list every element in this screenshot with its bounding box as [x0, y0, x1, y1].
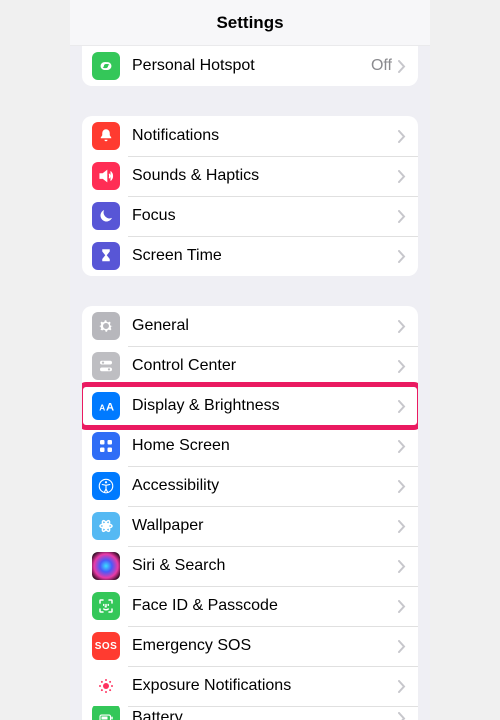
- row-home-screen[interactable]: Home Screen: [82, 426, 418, 466]
- chevron-right-icon: [398, 640, 406, 653]
- row-label: Accessibility: [132, 477, 398, 495]
- moon-icon: [92, 202, 120, 230]
- text-size-icon: AA: [92, 392, 120, 420]
- row-wallpaper[interactable]: Wallpaper: [82, 506, 418, 546]
- chevron-right-icon: [398, 360, 406, 373]
- chevron-right-icon: [398, 60, 406, 73]
- row-label: Battery: [132, 709, 398, 720]
- row-focus[interactable]: Focus: [82, 196, 418, 236]
- chevron-right-icon: [398, 440, 406, 453]
- settings-content: Personal Hotspot Off Notifications Sound…: [70, 46, 430, 720]
- svg-text:A: A: [106, 402, 114, 414]
- row-label: Screen Time: [132, 247, 398, 265]
- row-label: Emergency SOS: [132, 637, 398, 655]
- row-label: General: [132, 317, 398, 335]
- row-display-brightness[interactable]: AA Display & Brightness: [82, 386, 418, 426]
- chevron-right-icon: [398, 480, 406, 493]
- row-siri-search[interactable]: Siri & Search: [82, 546, 418, 586]
- row-label: Home Screen: [132, 437, 398, 455]
- settings-screen: Settings Personal Hotspot Off Notificati…: [70, 0, 430, 720]
- row-sounds-haptics[interactable]: Sounds & Haptics: [82, 156, 418, 196]
- chevron-right-icon: [398, 210, 406, 223]
- row-exposure-notifications[interactable]: Exposure Notifications: [82, 666, 418, 706]
- row-label: Personal Hotspot: [132, 57, 371, 75]
- chevron-right-icon: [398, 130, 406, 143]
- row-label: Display & Brightness: [132, 397, 398, 415]
- chevron-right-icon: [398, 520, 406, 533]
- bell-icon: [92, 122, 120, 150]
- row-label: Wallpaper: [132, 517, 398, 535]
- row-control-center[interactable]: Control Center: [82, 346, 418, 386]
- sos-icon: SOS: [92, 632, 120, 660]
- svg-text:A: A: [99, 404, 105, 413]
- exposure-icon: [92, 672, 120, 700]
- row-notifications[interactable]: Notifications: [82, 116, 418, 156]
- group-notifications: Notifications Sounds & Haptics Focus: [82, 116, 418, 276]
- chevron-right-icon: [398, 560, 406, 573]
- row-screen-time[interactable]: Screen Time: [82, 236, 418, 276]
- battery-icon: [92, 706, 120, 720]
- switches-icon: [92, 352, 120, 380]
- group-general: General Control Center AA Display & Brig…: [82, 306, 418, 720]
- row-label: Siri & Search: [132, 557, 398, 575]
- chevron-right-icon: [398, 680, 406, 693]
- chevron-right-icon: [398, 400, 406, 413]
- grid-icon: [92, 432, 120, 460]
- accessibility-icon: [92, 472, 120, 500]
- header-bar: Settings: [70, 0, 430, 46]
- link-icon: [92, 52, 120, 80]
- page-title: Settings: [216, 13, 283, 33]
- row-label: Focus: [132, 207, 398, 225]
- row-label: Notifications: [132, 127, 398, 145]
- speaker-icon: [92, 162, 120, 190]
- flower-icon: [92, 512, 120, 540]
- row-label: Exposure Notifications: [132, 677, 398, 695]
- chevron-right-icon: [398, 250, 406, 263]
- row-accessibility[interactable]: Accessibility: [82, 466, 418, 506]
- gear-icon: [92, 312, 120, 340]
- faceid-icon: [92, 592, 120, 620]
- row-emergency-sos[interactable]: SOS Emergency SOS: [82, 626, 418, 666]
- row-label: Face ID & Passcode: [132, 597, 398, 615]
- row-label: Control Center: [132, 357, 398, 375]
- hourglass-icon: [92, 242, 120, 270]
- siri-icon: [92, 552, 120, 580]
- chevron-right-icon: [398, 320, 406, 333]
- row-battery[interactable]: Battery: [82, 706, 418, 720]
- chevron-right-icon: [398, 170, 406, 183]
- group-connectivity: Personal Hotspot Off: [82, 46, 418, 86]
- row-value: Off: [371, 57, 392, 75]
- row-label: Sounds & Haptics: [132, 167, 398, 185]
- row-faceid-passcode[interactable]: Face ID & Passcode: [82, 586, 418, 626]
- row-general[interactable]: General: [82, 306, 418, 346]
- chevron-right-icon: [398, 600, 406, 613]
- chevron-right-icon: [398, 712, 406, 720]
- row-personal-hotspot[interactable]: Personal Hotspot Off: [82, 46, 418, 86]
